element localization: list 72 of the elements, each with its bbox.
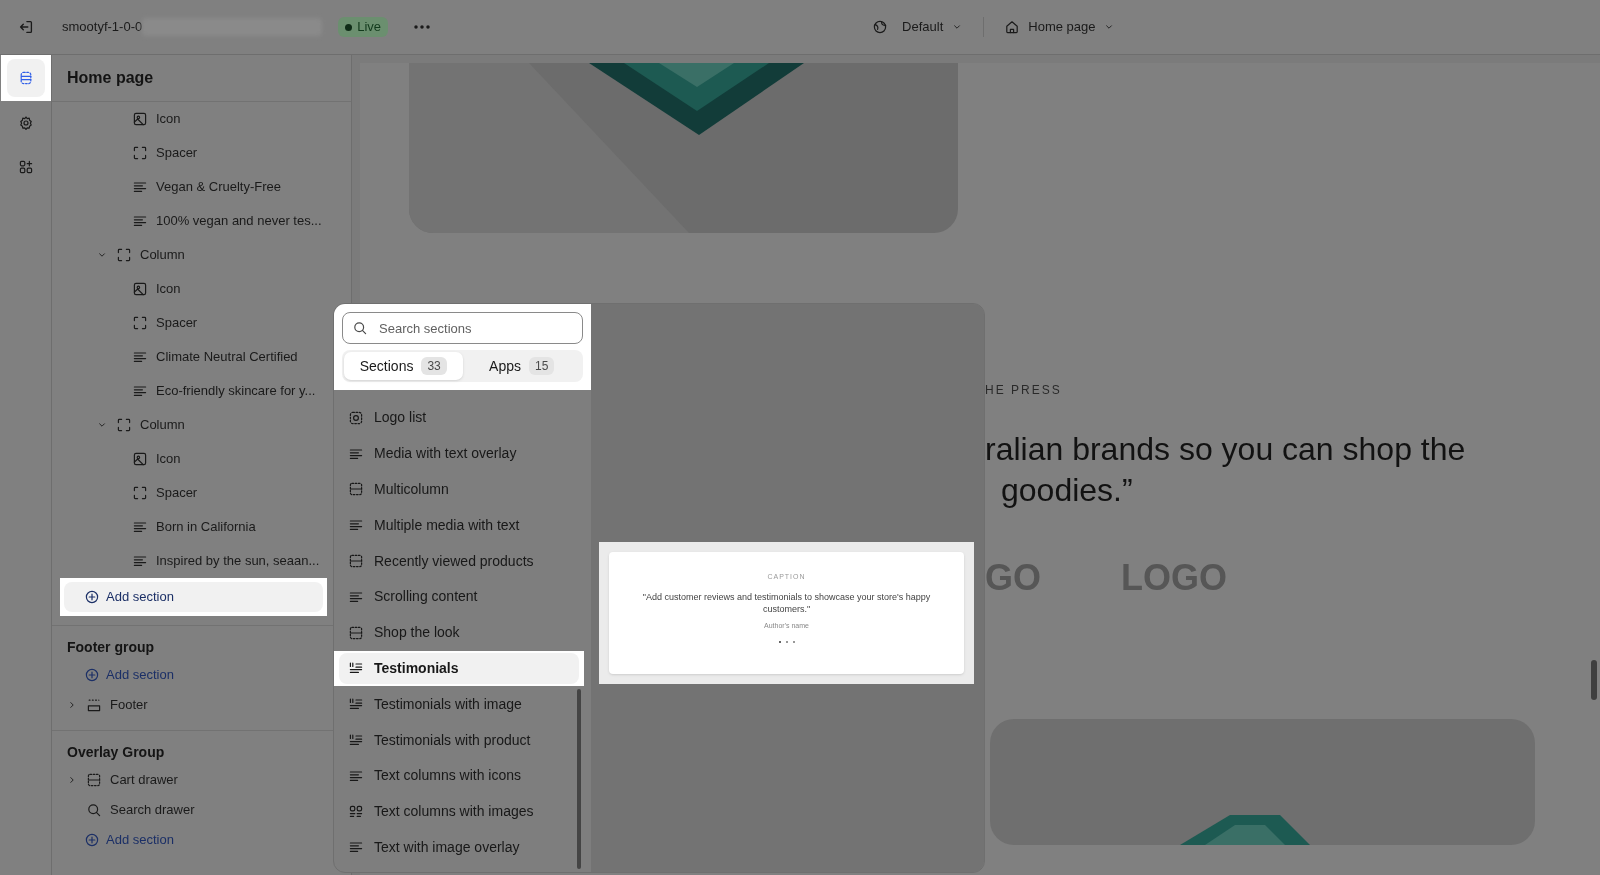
tree-item[interactable]: Icon xyxy=(132,106,181,132)
tree-item[interactable]: Climate Neutral Certified xyxy=(132,344,298,370)
text-lines-icon xyxy=(132,519,148,535)
logo-icon xyxy=(348,409,364,426)
add-icon xyxy=(84,667,100,683)
layout-icon xyxy=(348,481,364,498)
section-item[interactable]: Text with image overlay xyxy=(339,831,579,863)
globe-icon xyxy=(872,19,889,35)
text-lines-icon xyxy=(132,179,148,195)
image-icon xyxy=(132,451,148,467)
add-icon xyxy=(84,832,100,848)
text-lines-icon xyxy=(132,383,148,399)
text-lines-icon xyxy=(132,213,148,229)
tree-item[interactable]: Icon xyxy=(132,446,181,472)
rail-tab[interactable] xyxy=(6,59,45,97)
group-title: Overlay Group xyxy=(67,742,165,762)
section-item[interactable]: Shop the look xyxy=(339,617,579,649)
add-icon xyxy=(84,589,100,605)
layout-icon xyxy=(86,772,102,788)
tree-item[interactable]: Spacer xyxy=(132,140,198,166)
layout-icon xyxy=(348,624,364,641)
add-section-button[interactable]: Add section xyxy=(52,825,174,855)
exit-icon xyxy=(17,18,35,36)
columns-icon xyxy=(348,803,364,820)
tab[interactable]: Apps 15 xyxy=(462,352,581,380)
add-section-button[interactable]: Add section xyxy=(64,582,323,612)
image-icon xyxy=(132,281,148,297)
scrollbar xyxy=(1591,660,1597,700)
text-lines-icon xyxy=(132,553,148,569)
search-icon xyxy=(352,320,368,336)
quote-text: goodies.” xyxy=(1000,471,1134,510)
theme-dropdown[interactable]: Default xyxy=(864,12,972,42)
store-name: smootyf-1-0-0 xyxy=(62,18,143,37)
home-icon xyxy=(1004,19,1021,35)
tree-item[interactable]: Inspired by the sun, seaan... xyxy=(132,548,320,574)
page-dropdown[interactable]: Home page xyxy=(996,12,1124,42)
group-title: Footer group xyxy=(67,637,155,657)
section-item[interactable]: Recently viewed products xyxy=(339,545,579,577)
section-item[interactable]: Logo list xyxy=(339,402,579,434)
section-item[interactable]: Testimonials with product xyxy=(339,724,579,756)
tree-item[interactable]: Eco-friendly skincare for y... xyxy=(132,378,316,404)
tree-item[interactable]: 100% vegan and never tes... xyxy=(132,208,322,234)
quote-text: ralian brands so you can shop the xyxy=(985,430,1467,469)
search-field[interactable]: Search sections xyxy=(342,312,583,344)
tree-item[interactable]: Vegan & Cruelty-Free xyxy=(132,174,281,200)
tree-item[interactable]: Spacer xyxy=(132,310,198,336)
sidebar-title: Home page xyxy=(67,68,154,88)
layout-icon xyxy=(348,553,364,570)
section-item[interactable]: Multicolumn xyxy=(339,474,579,505)
image-icon xyxy=(132,111,148,127)
tree-item[interactable]: Spacer xyxy=(132,480,198,506)
text-lines-icon xyxy=(132,349,148,365)
tree-item[interactable]: Born in California xyxy=(132,514,256,540)
tree-item[interactable]: Icon xyxy=(132,276,181,302)
section-item[interactable]: Media with text overlay xyxy=(339,438,579,470)
add-section-button[interactable]: Add section xyxy=(52,660,174,690)
apps-icon xyxy=(17,159,34,175)
section-item[interactable]: Scrolling content xyxy=(339,581,579,613)
section-item[interactable]: Testimonials xyxy=(339,652,579,684)
tree-item[interactable]: Column xyxy=(96,412,185,438)
count-badge: 15 xyxy=(529,357,555,375)
tab[interactable]: Sections 33 xyxy=(344,352,463,380)
footer-icon xyxy=(86,697,102,713)
more-icon xyxy=(414,25,431,29)
search-icon xyxy=(86,802,102,818)
quote-text: "Add customer reviews and testimonials to showcase your store's happy customers." xyxy=(641,590,932,615)
section-item[interactable]: Multiple media with text xyxy=(339,509,579,541)
tree-item[interactable]: Column xyxy=(96,242,185,268)
count-badge: 33 xyxy=(421,357,447,375)
status-badge: Live xyxy=(338,17,389,37)
eyebrow-text: HE PRESS xyxy=(985,382,1063,399)
settings-icon xyxy=(17,115,34,131)
